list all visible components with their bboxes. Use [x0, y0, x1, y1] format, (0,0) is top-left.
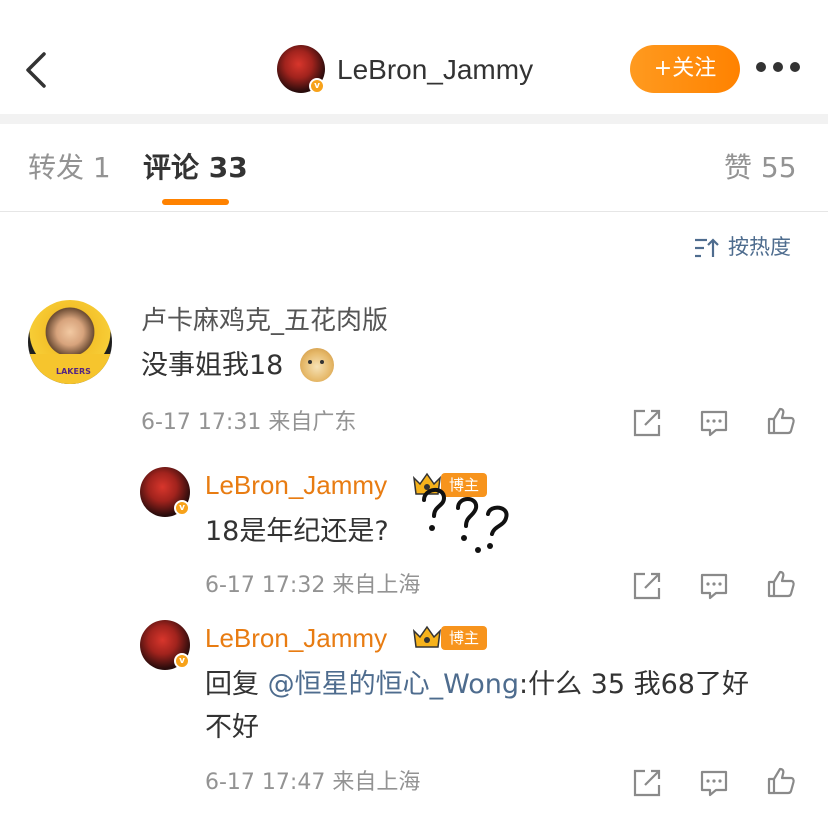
- verified-badge-icon: v: [174, 653, 190, 669]
- profile-username[interactable]: LeBron_Jammy: [337, 52, 533, 88]
- verified-badge-icon: v: [174, 500, 190, 516]
- reply-icon[interactable]: [699, 408, 729, 438]
- sort-by-hot-button[interactable]: 按热度: [728, 232, 791, 262]
- share-icon[interactable]: [632, 408, 662, 438]
- bottom-fade: [0, 808, 828, 828]
- tab-comments[interactable]: 评论 33: [143, 150, 248, 186]
- reply-text: 18是年纪还是?: [205, 516, 389, 547]
- reply-meta: 6-17 17:32 来自上海: [205, 573, 421, 598]
- mention-link[interactable]: @恒星的恒心_Wong: [268, 669, 519, 700]
- comment-meta: 6-17 17:31 来自广东: [141, 410, 357, 435]
- commenter-avatar[interactable]: LAKERS: [28, 300, 112, 384]
- author-tag: 博主: [441, 626, 488, 650]
- author-username[interactable]: LeBron_Jammy: [205, 468, 387, 502]
- commenter-username[interactable]: 卢卡麻鸡克_五花肉版: [141, 304, 388, 338]
- share-icon[interactable]: [632, 571, 662, 601]
- active-tab-indicator: [162, 199, 229, 205]
- question-marks-sticker-icon: [422, 488, 509, 553]
- reply-text-line-1: 回复 @恒星的恒心_Wong:什么 35 我68了好: [205, 667, 749, 703]
- comment-text: 没事姐我18: [141, 350, 284, 381]
- verified-badge-icon: v: [309, 78, 325, 94]
- like-icon[interactable]: [766, 406, 796, 436]
- section-divider: [0, 114, 828, 124]
- tab-likes[interactable]: 赞 55: [724, 150, 797, 186]
- reply-body: :什么 35 我68了好: [518, 669, 749, 700]
- follow-button[interactable]: +关注: [630, 45, 740, 93]
- reply-prefix: 回复: [205, 669, 268, 700]
- tab-repost[interactable]: 转发 1: [28, 150, 111, 186]
- share-icon[interactable]: [632, 768, 662, 798]
- back-arrow-icon[interactable]: [22, 50, 52, 90]
- crown-icon: [412, 625, 442, 648]
- reply-meta: 6-17 17:47 来自上海: [205, 770, 421, 795]
- doge-emoji-icon: [300, 348, 334, 382]
- like-icon[interactable]: [766, 766, 796, 796]
- like-icon[interactable]: [766, 569, 796, 599]
- reply-icon[interactable]: [699, 571, 729, 601]
- reply-icon[interactable]: [699, 768, 729, 798]
- tabs-divider: [0, 211, 828, 212]
- reply-text-line-2: 不好: [205, 712, 259, 743]
- sort-icon[interactable]: [694, 236, 720, 260]
- author-username[interactable]: LeBron_Jammy: [205, 621, 387, 655]
- more-options-icon[interactable]: [756, 62, 800, 76]
